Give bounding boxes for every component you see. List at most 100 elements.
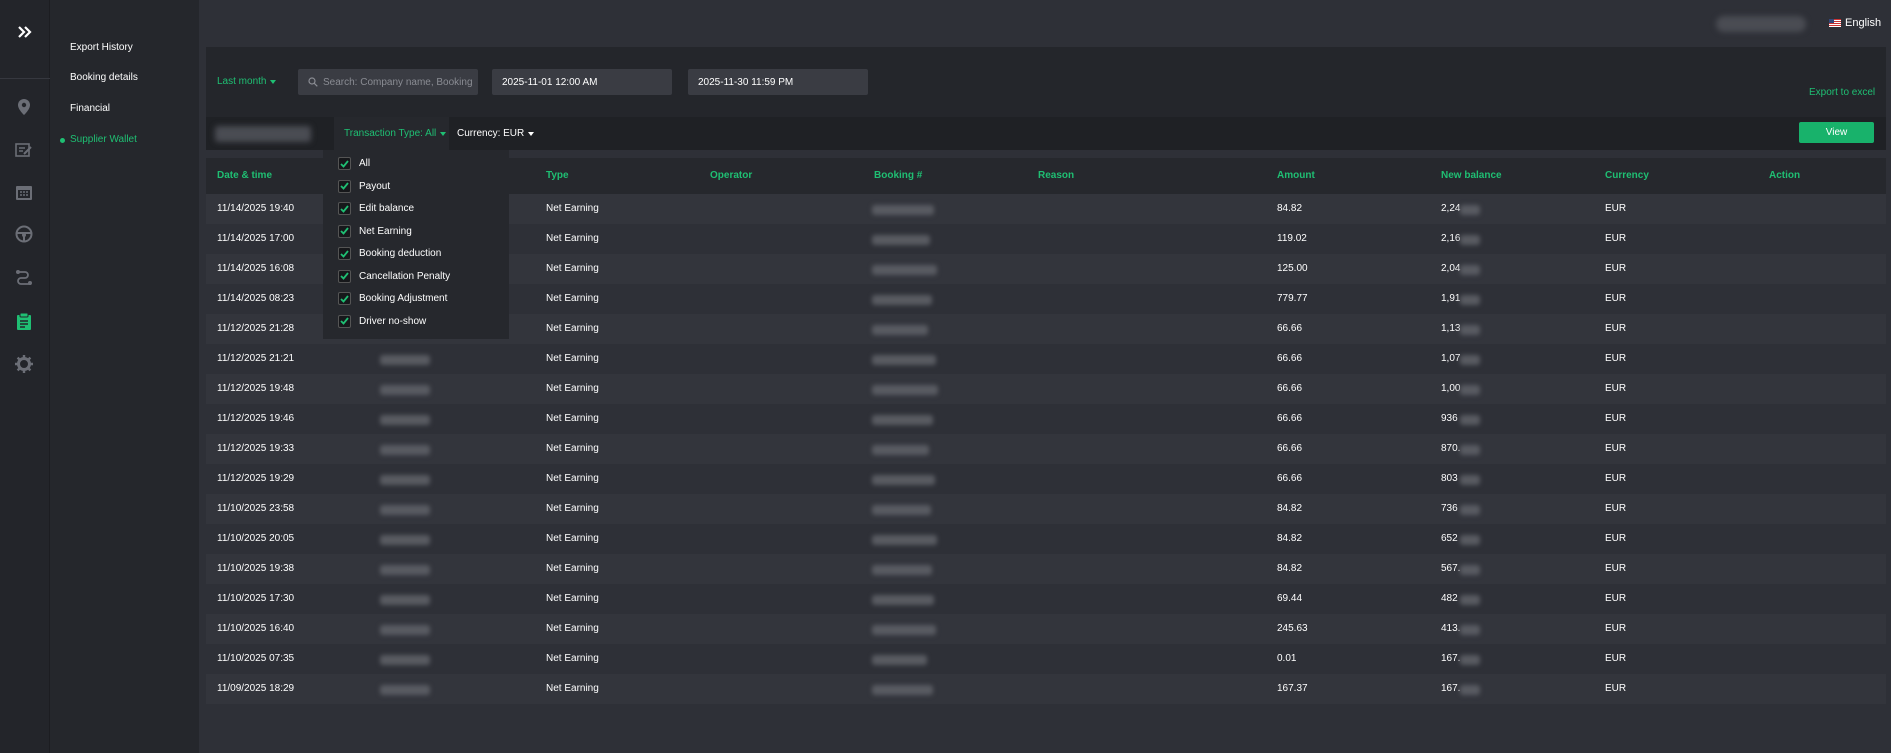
- transaction-type-option[interactable]: All: [338, 157, 370, 170]
- check-icon: [340, 317, 349, 325]
- table-row[interactable]: 11/12/2025 19:48 Net Earning 66.66 1,00 EUR: [206, 374, 1886, 404]
- transaction-type-option[interactable]: Booking deduction: [338, 247, 441, 260]
- checkbox[interactable]: [338, 269, 351, 283]
- cell-new-balance: 1,00: [1441, 383, 1461, 394]
- transaction-type-dropdown[interactable]: Transaction Type: All: [334, 117, 449, 150]
- check-icon: [340, 249, 349, 258]
- export-to-excel-link[interactable]: Export to excel: [1809, 87, 1875, 98]
- clipboard-icon[interactable]: [12, 309, 36, 333]
- route-icon[interactable]: [12, 265, 36, 289]
- edit-list-icon[interactable]: [12, 138, 36, 162]
- redacted-booking-number: [872, 535, 937, 545]
- table-row[interactable]: 11/10/2025 17:30 Net Earning 69.44 482 EUR: [206, 584, 1886, 614]
- cell-new-balance: 167.: [1441, 653, 1461, 664]
- transaction-type-option[interactable]: Payout: [338, 179, 390, 193]
- period-dropdown[interactable]: Last month: [217, 76, 277, 87]
- col-new-balance[interactable]: New balance: [1441, 170, 1502, 181]
- table-row[interactable]: 11/12/2025 19:46 Net Earning 66.66 936 EUR: [206, 404, 1886, 434]
- transaction-type-option[interactable]: Cancellation Penalty: [338, 269, 451, 283]
- option-label: Net Earning: [359, 225, 412, 237]
- nav-supplier-wallet[interactable]: Supplier Wallet: [70, 134, 137, 145]
- col-currency[interactable]: Currency: [1605, 170, 1649, 181]
- table-row[interactable]: 11/12/2025 19:33 Net Earning 66.66 870. EUR: [206, 434, 1886, 464]
- table-row[interactable]: 11/10/2025 23:58 Net Earning 84.82 736 EUR: [206, 494, 1886, 524]
- checkbox[interactable]: [338, 314, 351, 328]
- cell-amount: 84.82: [1277, 563, 1303, 574]
- cell-amount: 84.82: [1277, 503, 1303, 514]
- search-field[interactable]: [298, 69, 478, 95]
- redacted-company: [380, 655, 430, 665]
- cell-amount: 66.66: [1277, 323, 1303, 334]
- checkbox[interactable]: [338, 179, 351, 193]
- cell-type: Net Earning: [546, 653, 599, 664]
- redacted-balance-tail: [1460, 235, 1480, 245]
- cell-new-balance: 2,04: [1441, 263, 1461, 274]
- table-row[interactable]: 11/09/2025 18:29 Net Earning 167.37 167. EUR: [206, 674, 1886, 704]
- cell-type: Net Earning: [546, 383, 599, 394]
- table-row[interactable]: 11/10/2025 07:35 Net Earning 0.01 167. EUR: [206, 644, 1886, 674]
- col-action[interactable]: Action: [1769, 170, 1800, 181]
- cell-currency: EUR: [1605, 263, 1627, 274]
- steering-wheel-icon[interactable]: [12, 222, 36, 246]
- cell-currency: EUR: [1605, 233, 1627, 244]
- checkbox[interactable]: [338, 292, 351, 305]
- redacted-company: [380, 415, 430, 425]
- checkbox[interactable]: [338, 247, 351, 260]
- nav-financial[interactable]: Financial: [70, 103, 110, 114]
- user-menu[interactable]: [1716, 16, 1806, 32]
- transaction-type-option[interactable]: Booking Adjustment: [338, 292, 447, 305]
- transaction-type-option[interactable]: Driver no-show: [338, 314, 427, 328]
- nav-export-history[interactable]: Export History: [70, 42, 133, 53]
- icon-rail: [0, 0, 50, 753]
- cell-date-time: 11/12/2025 21:21: [217, 353, 295, 364]
- option-label: Driver no-show: [359, 315, 427, 327]
- cell-new-balance: 1,07: [1441, 353, 1461, 364]
- transaction-type-option[interactable]: Net Earning: [338, 224, 412, 238]
- checkbox[interactable]: [338, 157, 351, 170]
- table-row[interactable]: 11/12/2025 21:21 Net Earning 66.66 1,07 EUR: [206, 344, 1886, 374]
- option-label: Cancellation Penalty: [359, 270, 451, 282]
- redacted-booking-number: [872, 355, 936, 365]
- view-button[interactable]: View: [1799, 122, 1874, 143]
- table-row[interactable]: 11/12/2025 19:29 Net Earning 66.66 803 EUR: [206, 464, 1886, 494]
- calendar-icon[interactable]: [12, 180, 36, 204]
- cell-new-balance: 413.: [1441, 623, 1461, 634]
- expand-icon[interactable]: [13, 22, 37, 42]
- table-row[interactable]: 11/10/2025 20:05 Net Earning 84.82 652 EUR: [206, 524, 1886, 554]
- redacted-booking-number: [872, 625, 936, 635]
- supplier-selector[interactable]: [215, 126, 311, 142]
- redacted-balance-tail: [1460, 415, 1480, 425]
- currency-dropdown[interactable]: Currency: EUR: [451, 117, 535, 150]
- col-date-time[interactable]: Date & time: [217, 170, 272, 181]
- location-pin-icon[interactable]: [12, 95, 36, 119]
- table-row[interactable]: 11/10/2025 16:40 Net Earning 245.63 413. EUR: [206, 614, 1886, 644]
- language-selector[interactable]: English: [1829, 17, 1881, 29]
- cell-amount: 69.44: [1277, 593, 1303, 604]
- col-operator[interactable]: Operator: [710, 170, 752, 181]
- col-reason[interactable]: Reason: [1038, 170, 1074, 181]
- col-type[interactable]: Type: [546, 170, 569, 181]
- us-flag-icon: [1829, 19, 1841, 27]
- date-to-field[interactable]: 2025-11-30 11:59 PM: [688, 69, 868, 95]
- cell-new-balance: 1,13: [1441, 323, 1461, 334]
- redacted-balance-tail: [1460, 385, 1480, 395]
- date-from-field[interactable]: 2025-11-01 12:00 AM: [492, 69, 672, 95]
- table-row[interactable]: 11/10/2025 19:38 Net Earning 84.82 567. EUR: [206, 554, 1886, 584]
- cell-amount: 84.82: [1277, 533, 1303, 544]
- cell-currency: EUR: [1605, 293, 1627, 304]
- cell-type: Net Earning: [546, 623, 599, 634]
- search-input[interactable]: [323, 76, 473, 88]
- nav-booking-details[interactable]: Booking details: [70, 72, 138, 83]
- redacted-balance-tail: [1460, 355, 1480, 365]
- cell-type: Net Earning: [546, 563, 599, 574]
- cell-amount: 66.66: [1277, 443, 1303, 454]
- cell-new-balance: 736: [1441, 503, 1458, 514]
- redacted-balance-tail: [1460, 565, 1480, 575]
- gear-icon[interactable]: [12, 352, 36, 376]
- checkbox[interactable]: [338, 202, 351, 215]
- checkbox[interactable]: [338, 224, 351, 238]
- cell-date-time: 11/09/2025 18:29: [217, 683, 295, 694]
- col-amount[interactable]: Amount: [1277, 170, 1315, 181]
- transaction-type-option[interactable]: Edit balance: [338, 202, 414, 215]
- col-booking[interactable]: Booking #: [874, 170, 922, 181]
